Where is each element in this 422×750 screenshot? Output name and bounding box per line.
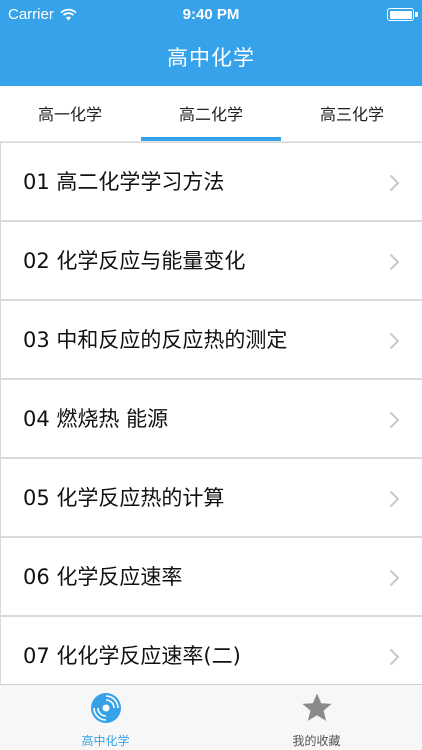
- list-item[interactable]: 05 化学反应热的计算: [0, 458, 422, 537]
- list-item-label: 05 化学反应热的计算: [23, 486, 225, 510]
- tab-grade-2[interactable]: 高二化学: [141, 86, 281, 143]
- list-item[interactable]: 04 燃烧热 能源: [0, 379, 422, 458]
- battery-icon: [387, 8, 418, 21]
- status-time: 9:40 PM: [182, 6, 240, 23]
- tab-grade-3[interactable]: 高三化学: [282, 86, 422, 143]
- list-item-label: 04 燃烧热 能源: [23, 407, 169, 431]
- list-item[interactable]: 02 化学反应与能量变化: [0, 221, 422, 300]
- list-item[interactable]: 06 化学反应速率: [0, 537, 422, 616]
- star-icon: [302, 693, 332, 721]
- list-item-label: 07 化化学反应速率(二): [23, 644, 241, 668]
- chevron-right-icon: [389, 411, 400, 429]
- list-item-label: 03 中和反应的反应热的测定: [23, 328, 288, 352]
- tab-grade-1[interactable]: 高一化学: [0, 86, 140, 143]
- page-title: 高中化学: [167, 46, 255, 70]
- chevron-right-icon: [389, 332, 400, 350]
- list-item-label: 06 化学反应速率: [23, 565, 183, 589]
- header: Carrier 9:40 PM 高中化学: [0, 0, 422, 86]
- tabbar-item-chemistry[interactable]: 高中化学: [0, 685, 211, 750]
- chevron-right-icon: [389, 174, 400, 192]
- chevron-right-icon: [389, 648, 400, 666]
- list-item[interactable]: 07 化化学反应速率(二): [0, 616, 422, 684]
- chapter-list: 01 高二化学学习方法 02 化学反应与能量变化 03 中和反应的反应热的测定 …: [0, 142, 422, 684]
- list-item[interactable]: 01 高二化学学习方法: [0, 142, 422, 221]
- tabbar-item-favorites[interactable]: 我的收藏: [211, 685, 422, 750]
- chevron-right-icon: [389, 253, 400, 271]
- status-bar: Carrier 9:40 PM: [0, 0, 422, 30]
- chevron-right-icon: [389, 569, 400, 587]
- grade-tabs: 高一化学 高二化学 高三化学: [0, 86, 422, 143]
- chevron-right-icon: [389, 490, 400, 508]
- list-item-label: 01 高二化学学习方法: [23, 170, 225, 194]
- list-item-label: 02 化学反应与能量变化: [23, 249, 246, 273]
- bottom-tab-bar: 高中化学 我的收藏: [0, 684, 422, 750]
- tabbar-label: 高中化学: [81, 734, 130, 748]
- list-item[interactable]: 03 中和反应的反应热的测定: [0, 300, 422, 379]
- disc-icon: [91, 693, 121, 723]
- tabbar-label: 我的收藏: [292, 734, 341, 748]
